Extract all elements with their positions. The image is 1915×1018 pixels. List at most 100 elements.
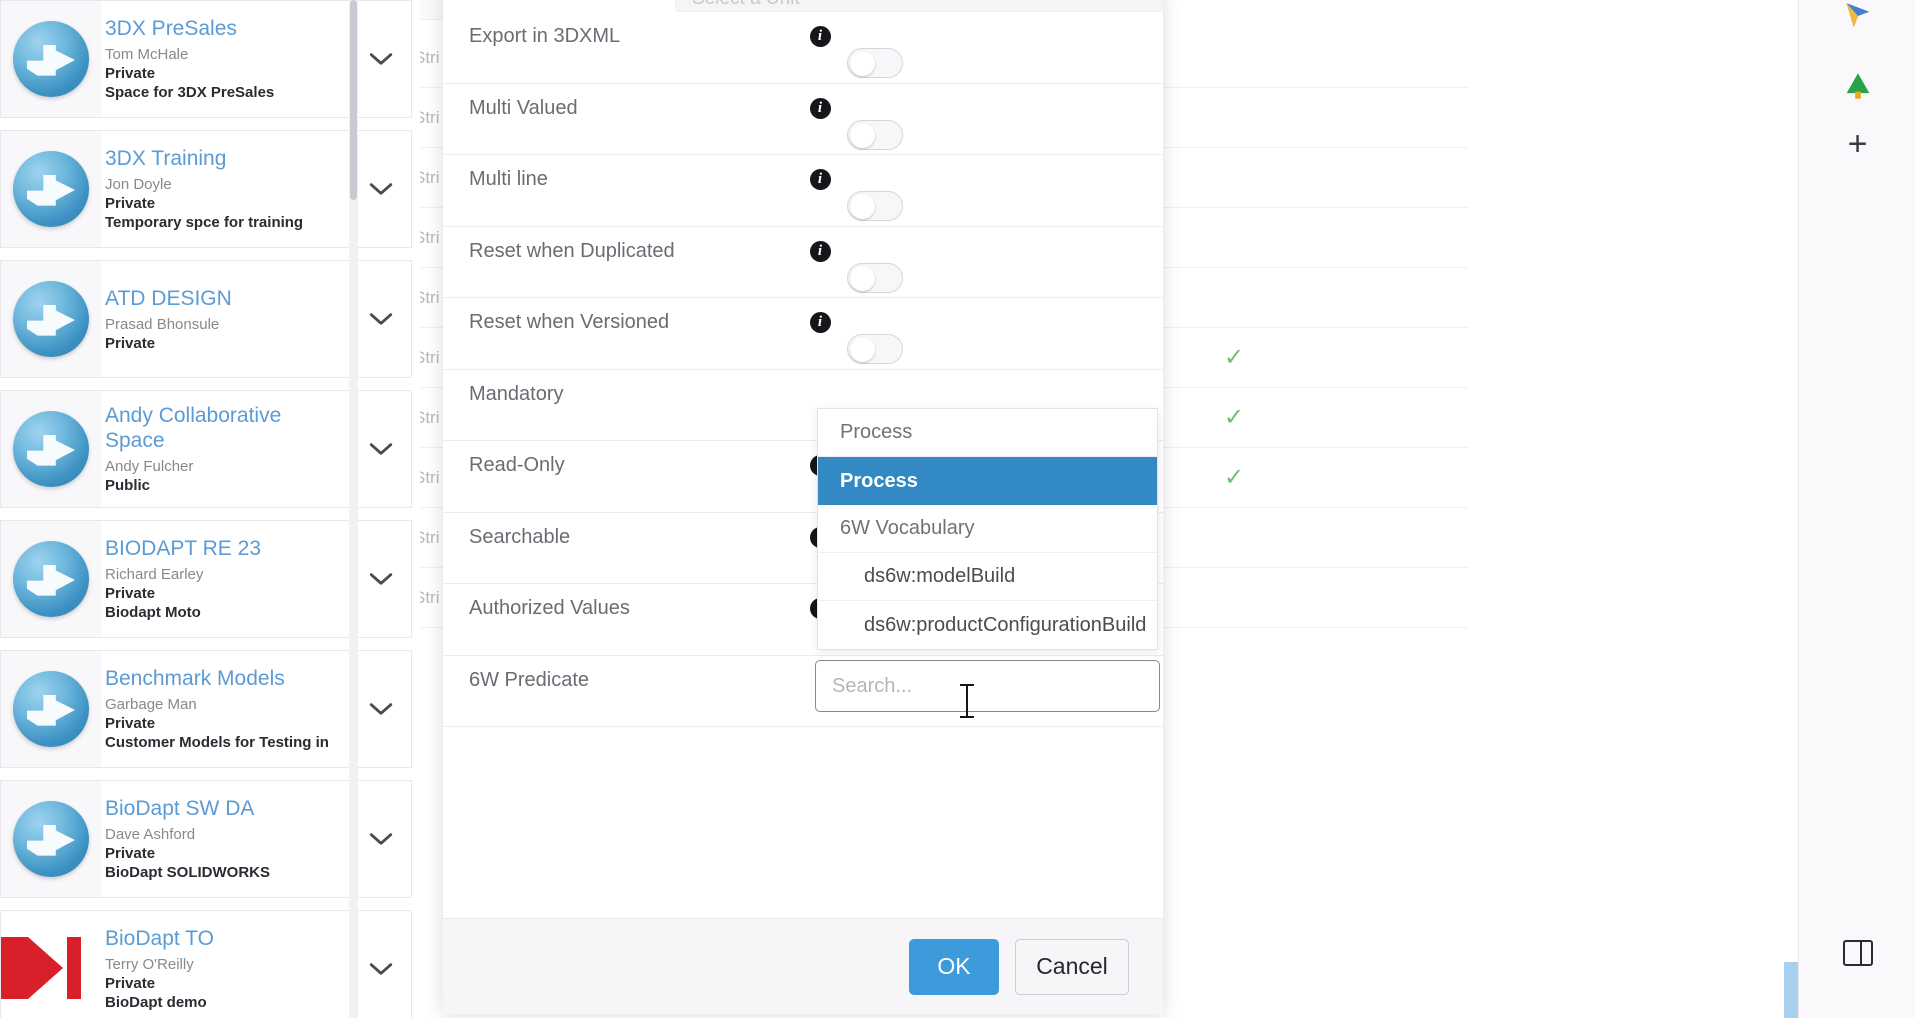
sidebar-scrollbar-thumb[interactable] <box>350 0 357 200</box>
toggle-switch[interactable] <box>847 262 903 293</box>
info-icon[interactable]: i <box>809 169 831 190</box>
info-icon[interactable]: i <box>809 312 831 333</box>
space-visibility: Private <box>105 845 156 862</box>
rr-item-tree[interactable] <box>1799 58 1915 114</box>
space-visibility: Private <box>105 195 156 212</box>
space-owner: Dave Ashford <box>105 826 196 843</box>
dropdown-option[interactable]: ds6w:productConfigurationBuild <box>818 601 1157 649</box>
space-expand-button[interactable] <box>351 1 411 117</box>
dropdown-search-input[interactable] <box>815 660 1160 712</box>
space-details: BioDapt TO Terry O'Reilly Private BioDapt d… <box>101 911 351 1018</box>
chevron-down-icon <box>369 963 393 975</box>
globe-arrow-icon <box>13 801 89 877</box>
space-thumbnail <box>1 651 101 767</box>
property-row: Reset when Duplicated i <box>443 227 1163 298</box>
text-cursor <box>960 684 974 718</box>
info-icon[interactable]: i <box>809 26 831 47</box>
space-owner: Richard Earley <box>105 566 204 583</box>
space-title[interactable]: ATD DESIGN <box>105 286 315 311</box>
property-label: 6W Predicate <box>469 668 590 691</box>
space-expand-button[interactable] <box>351 391 411 507</box>
space-title[interactable]: BioDapt SW DA <box>105 796 315 821</box>
check-icon: ✓ <box>1224 343 1245 371</box>
space-owner: Jon Doyle <box>105 176 172 193</box>
space-thumbnail <box>1 911 101 1018</box>
space-thumbnail <box>1 261 101 377</box>
globe-arrow-icon <box>13 21 89 97</box>
dialog-footer: OK Cancel <box>443 918 1163 1014</box>
space-owner: Andy Fulcher <box>105 458 194 475</box>
rr-item-add[interactable]: + <box>1799 116 1915 172</box>
dropdown-option[interactable]: ds6w:modelBuild <box>818 553 1157 601</box>
space-visibility: Private <box>105 585 156 602</box>
property-row: Multi Valued i <box>443 84 1163 155</box>
check-icon: ✓ <box>1224 403 1245 431</box>
space-thumbnail <box>1 391 101 507</box>
property-control <box>847 298 1163 364</box>
space-expand-button[interactable] <box>351 261 411 377</box>
space-description: Biodapt Moto <box>105 604 201 621</box>
space-expand-button[interactable] <box>351 131 411 247</box>
property-label: Export in 3DXML <box>469 25 621 47</box>
property-label: Searchable <box>469 525 571 548</box>
property-info-slot: i <box>793 155 847 190</box>
property-control <box>847 84 1163 150</box>
space-expand-button[interactable] <box>351 651 411 767</box>
chevron-down-icon <box>369 53 393 65</box>
rr-item-compass[interactable] <box>1799 0 1915 44</box>
space-details: 3DX Training Jon Doyle Private Temporary sp… <box>101 131 351 247</box>
space-thumbnail <box>1 1 101 117</box>
sixw-predicate-dropdown[interactable]: Process Process 6W Vocabulary ds6w:modelBui… <box>817 408 1158 650</box>
property-control <box>847 370 1163 406</box>
dropdown-group-label: 6W Vocabulary <box>818 505 1157 553</box>
toggle-switch[interactable] <box>847 48 903 78</box>
space-title[interactable]: Benchmark Models <box>105 666 315 691</box>
space-description: BioDapt demo <box>105 994 207 1011</box>
space-title[interactable]: Andy Collaborative Space <box>105 403 315 453</box>
chevron-down-icon <box>369 573 393 585</box>
property-info-slot: i <box>793 298 847 333</box>
toggle-switch[interactable] <box>847 119 903 150</box>
space-title[interactable]: 3DX Training <box>105 146 315 171</box>
space-title[interactable]: BIODAPT RE 23 <box>105 536 315 561</box>
space-title[interactable]: 3DX PreSales <box>105 16 315 41</box>
globe-arrow-icon <box>13 411 89 487</box>
property-info-slot: i <box>793 12 847 47</box>
space-expand-button[interactable] <box>351 521 411 637</box>
info-icon[interactable]: i <box>809 240 831 262</box>
property-control <box>847 12 1163 78</box>
cancel-button[interactable]: Cancel <box>1015 938 1129 995</box>
panel-layout-icon[interactable] <box>1843 940 1873 966</box>
space-details: Andy Collaborative Space Andy Fulcher Publ… <box>101 391 351 507</box>
space-owner: Prasad Bhonsule <box>105 315 220 333</box>
space-thumbnail <box>1 131 101 247</box>
property-label: Read-Only <box>469 454 565 476</box>
property-label: Reset when Versioned <box>469 311 670 333</box>
property-info-slot: i <box>793 227 847 262</box>
toggle-switch[interactable] <box>847 191 903 221</box>
compass-arrow-icon <box>1846 3 1869 28</box>
space-expand-button[interactable] <box>351 911 411 1018</box>
ok-button[interactable]: OK <box>909 938 999 995</box>
dropdown-option[interactable]: Process <box>818 457 1157 505</box>
space-visibility: Private <box>105 715 156 732</box>
property-row: Reset when Versioned i <box>443 298 1163 370</box>
space-expand-button[interactable] <box>351 781 411 897</box>
property-row: Multi line i <box>443 155 1163 227</box>
property-info-slot <box>793 370 847 384</box>
toggle-switch[interactable] <box>847 334 903 364</box>
property-control <box>847 155 1163 221</box>
chevron-down-icon <box>369 703 393 715</box>
globe-arrow-icon <box>13 151 89 227</box>
property-label: Mandatory <box>469 382 564 405</box>
globe-arrow-icon <box>13 281 89 357</box>
property-label: Multi Valued <box>469 96 578 119</box>
globe-arrow-icon <box>13 541 89 617</box>
space-details: BioDapt SW DA Dave Ashford Private BioDapt … <box>101 781 351 897</box>
info-icon[interactable]: i <box>809 97 831 119</box>
dropdown-search-wrapper[interactable] <box>815 660 1160 712</box>
property-label: Multi line <box>469 168 548 190</box>
check-icon: ✓ <box>1224 463 1245 491</box>
space-title[interactable]: BioDapt TO <box>105 926 315 951</box>
biodapt-logo-icon <box>1 923 101 1015</box>
